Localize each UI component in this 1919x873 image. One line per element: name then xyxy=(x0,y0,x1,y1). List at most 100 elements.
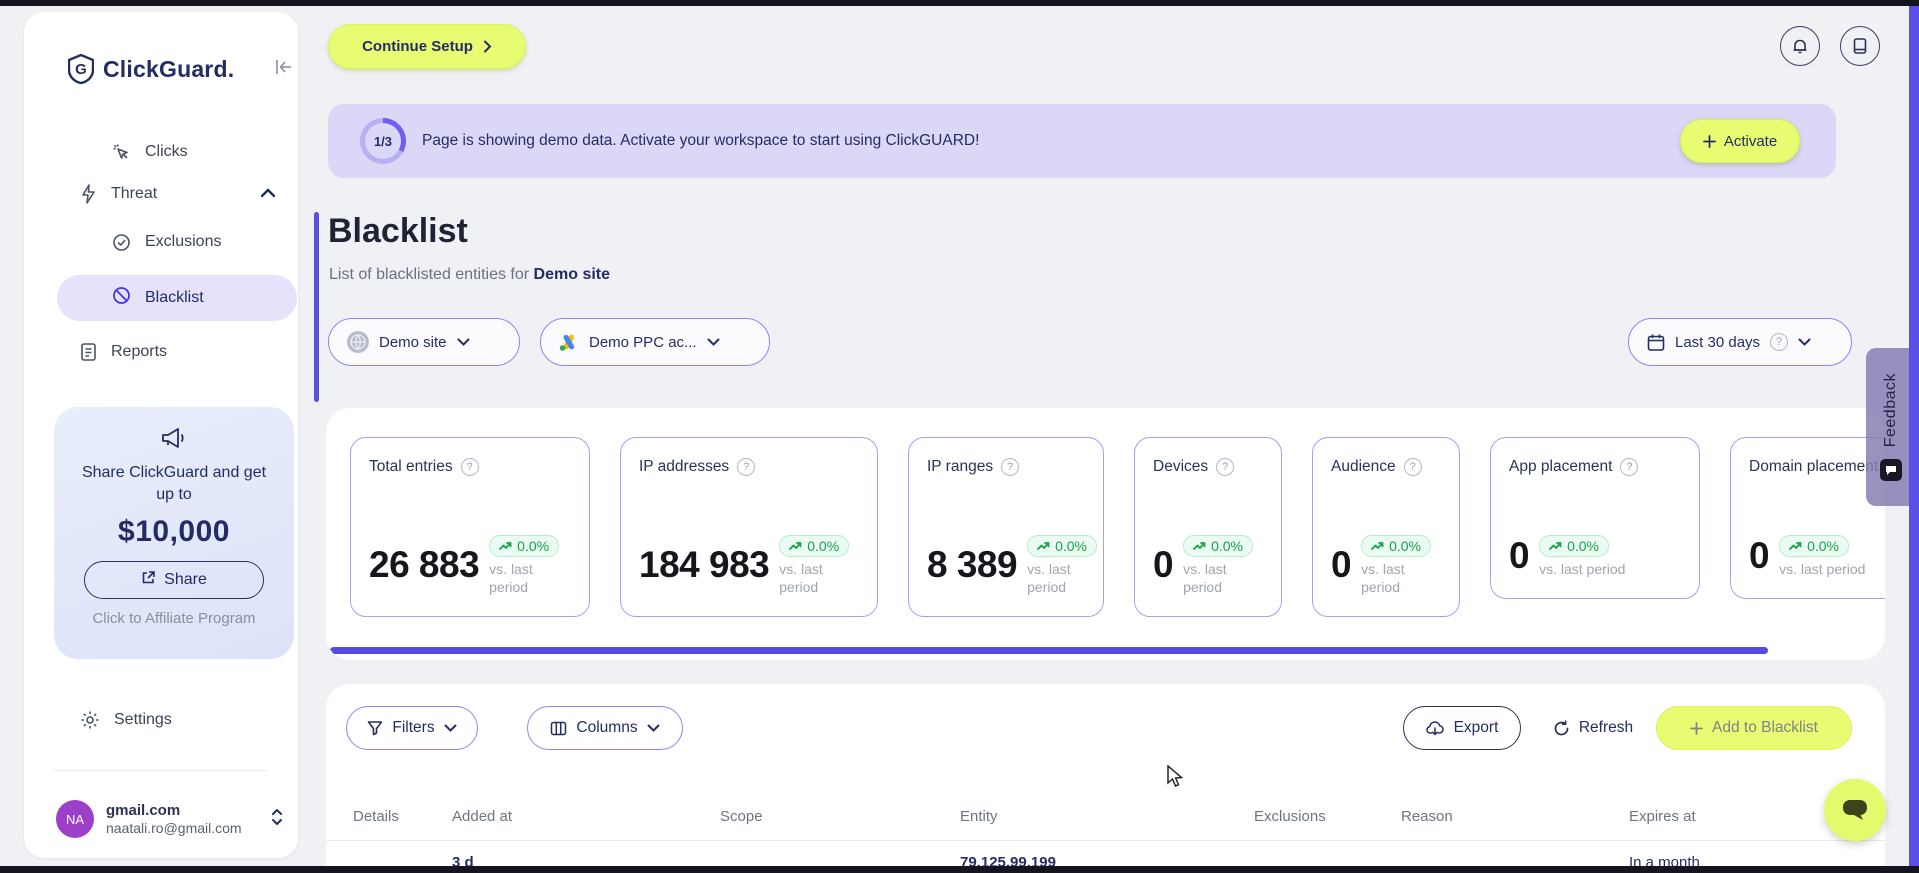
share-card-amount: $10,000 xyxy=(118,515,230,549)
column-header-exclusions[interactable]: Exclusions xyxy=(1254,808,1326,825)
activate-label: Activate xyxy=(1723,132,1778,150)
divider xyxy=(54,770,268,771)
stat-label: App placement xyxy=(1509,458,1613,475)
notifications-button[interactable] xyxy=(1780,26,1820,66)
stat-note: vs. last period xyxy=(1539,560,1626,577)
chevron-down-icon xyxy=(647,724,660,732)
add-to-blacklist-button[interactable]: Add to Blacklist xyxy=(1656,706,1852,750)
chevron-down-icon xyxy=(444,724,457,732)
stat-card-app-placement: App placement? 0 0.0% vs. last period xyxy=(1490,437,1700,599)
stat-label: Devices xyxy=(1153,458,1209,475)
date-range-value: Last 30 days xyxy=(1675,333,1761,351)
stat-note: vs. last period xyxy=(779,560,823,595)
trend-up-icon xyxy=(1371,541,1384,550)
filters-label: Filters xyxy=(392,719,435,736)
blacklist-table-panel: Filters Columns Export Refresh Add to Bl… xyxy=(326,684,1885,866)
page-title: Blacklist xyxy=(328,212,468,250)
column-header-expires-at[interactable]: Expires at xyxy=(1629,808,1696,825)
stat-label: Domain placement xyxy=(1749,458,1879,475)
svg-text:G: G xyxy=(75,61,87,78)
share-button[interactable]: Share xyxy=(84,561,264,600)
sidebar-item-settings[interactable]: Settings xyxy=(80,702,172,738)
date-range-selector[interactable]: Last 30 days ? xyxy=(1628,318,1852,366)
delta-badge: 0.0% xyxy=(1183,534,1253,557)
logo-text: ClickGuard. xyxy=(103,55,235,82)
bell-icon xyxy=(1793,39,1807,53)
sidebar: G ClickGuard. Clicks Threat Exclusions B… xyxy=(24,12,319,858)
help-icon: ? xyxy=(460,458,479,476)
help-icon: ? xyxy=(1216,458,1235,476)
stat-card-total-entries: Total entries? 26 883 0.0% vs. last peri… xyxy=(350,437,590,617)
help-icon: ? xyxy=(1620,458,1639,476)
stat-card-ip-ranges: IP ranges? 8 389 0.0% vs. last period xyxy=(908,437,1104,617)
sidebar-item-blacklist[interactable]: Blacklist xyxy=(57,275,297,321)
funnel-icon xyxy=(368,721,383,736)
refresh-button[interactable]: Refresh xyxy=(1538,706,1648,750)
sidebar-item-reports[interactable]: Reports xyxy=(80,334,167,370)
page-subtitle-site: Demo site xyxy=(533,266,611,283)
clickguard-shield-icon: G xyxy=(68,54,94,84)
stat-card-audience: Audience? 0 0.0% vs. last period xyxy=(1312,437,1460,617)
column-header-entity[interactable]: Entity xyxy=(960,808,998,825)
site-selector[interactable]: Demo site xyxy=(328,318,520,366)
sidebar-scrollbar[interactable] xyxy=(314,212,319,402)
share-button-label: Share xyxy=(164,571,207,589)
window-bottom-edge xyxy=(0,866,1919,873)
avatar: NA xyxy=(56,800,94,838)
affiliate-link[interactable]: Click to Affiliate Program xyxy=(54,610,294,627)
cell-expires-at: In a month xyxy=(1629,854,1700,866)
megaphone-icon xyxy=(54,425,294,456)
external-link-icon xyxy=(141,570,156,590)
filters-button[interactable]: Filters xyxy=(346,706,478,750)
account-switcher-icon[interactable] xyxy=(270,807,284,832)
column-header-scope[interactable]: Scope xyxy=(720,808,763,825)
ppc-account-selector[interactable]: Demo PPC ac... xyxy=(540,318,770,366)
cell-entity: 79.125.99.199 xyxy=(960,854,1056,866)
stat-note: vs. last period xyxy=(1027,560,1071,595)
sidebar-item-threat[interactable]: Threat xyxy=(80,176,276,212)
lightning-icon xyxy=(80,184,97,204)
sidebar-item-label: Blacklist xyxy=(145,289,204,306)
column-header-details[interactable]: Details xyxy=(353,808,399,825)
delta-badge: 0.0% xyxy=(1361,534,1431,557)
cloud-download-icon xyxy=(1425,720,1444,735)
page-subtitle-text: List of blacklisted entities for xyxy=(329,266,530,283)
stats-horizontal-scrollbar[interactable] xyxy=(330,647,1768,654)
site-selector-value: Demo site xyxy=(379,333,447,351)
stat-note: vs. last period xyxy=(1779,560,1866,577)
add-to-blacklist-label: Add to Blacklist xyxy=(1712,719,1818,736)
export-button[interactable]: Export xyxy=(1403,706,1521,750)
stat-note: vs. last period xyxy=(1361,560,1405,595)
chat-widget-button[interactable] xyxy=(1824,779,1886,841)
activate-button[interactable]: Activate xyxy=(1680,119,1800,163)
help-icon: ? xyxy=(737,458,756,476)
globe-icon xyxy=(347,331,369,353)
logo: G ClickGuard. xyxy=(68,54,234,84)
trend-up-icon xyxy=(1193,541,1206,550)
chat-bubble-icon xyxy=(1843,800,1867,820)
docs-button[interactable] xyxy=(1840,26,1880,66)
chevron-down-icon xyxy=(707,338,720,346)
sidebar-item-clicks[interactable]: Clicks xyxy=(112,134,188,170)
stat-card-domain-placement: Domain placement? 0 0.0% vs. last period xyxy=(1730,437,1885,599)
stat-label: IP addresses xyxy=(639,458,730,475)
page-vertical-scrollbar[interactable] xyxy=(1909,6,1919,866)
stat-card-ip-addresses: IP addresses? 184 983 0.0% vs. last peri… xyxy=(620,437,878,617)
sidebar-item-exclusions[interactable]: Exclusions xyxy=(112,224,221,260)
calendar-icon xyxy=(1647,334,1665,351)
continue-setup-label: Continue Setup xyxy=(362,38,473,55)
sidebar-collapse-icon[interactable] xyxy=(274,58,294,81)
column-header-added-at[interactable]: Added at xyxy=(452,808,512,825)
stat-note: vs. last period xyxy=(1183,560,1227,595)
continue-setup-button[interactable]: Continue Setup xyxy=(328,24,526,69)
chevron-up-icon[interactable] xyxy=(260,185,276,203)
sidebar-item-label: Threat xyxy=(111,185,158,202)
export-label: Export xyxy=(1453,719,1499,736)
stat-card-devices: Devices? 0 0.0% vs. last period xyxy=(1134,437,1282,617)
columns-button[interactable]: Columns xyxy=(527,706,683,750)
column-header-reason[interactable]: Reason xyxy=(1401,808,1453,825)
chevron-down-icon xyxy=(1798,338,1811,346)
user-email: naatali.ro@gmail.com xyxy=(106,820,242,836)
chevron-right-icon xyxy=(483,40,492,53)
user-account[interactable]: NA gmail.com naatali.ro@gmail.com xyxy=(56,800,284,838)
